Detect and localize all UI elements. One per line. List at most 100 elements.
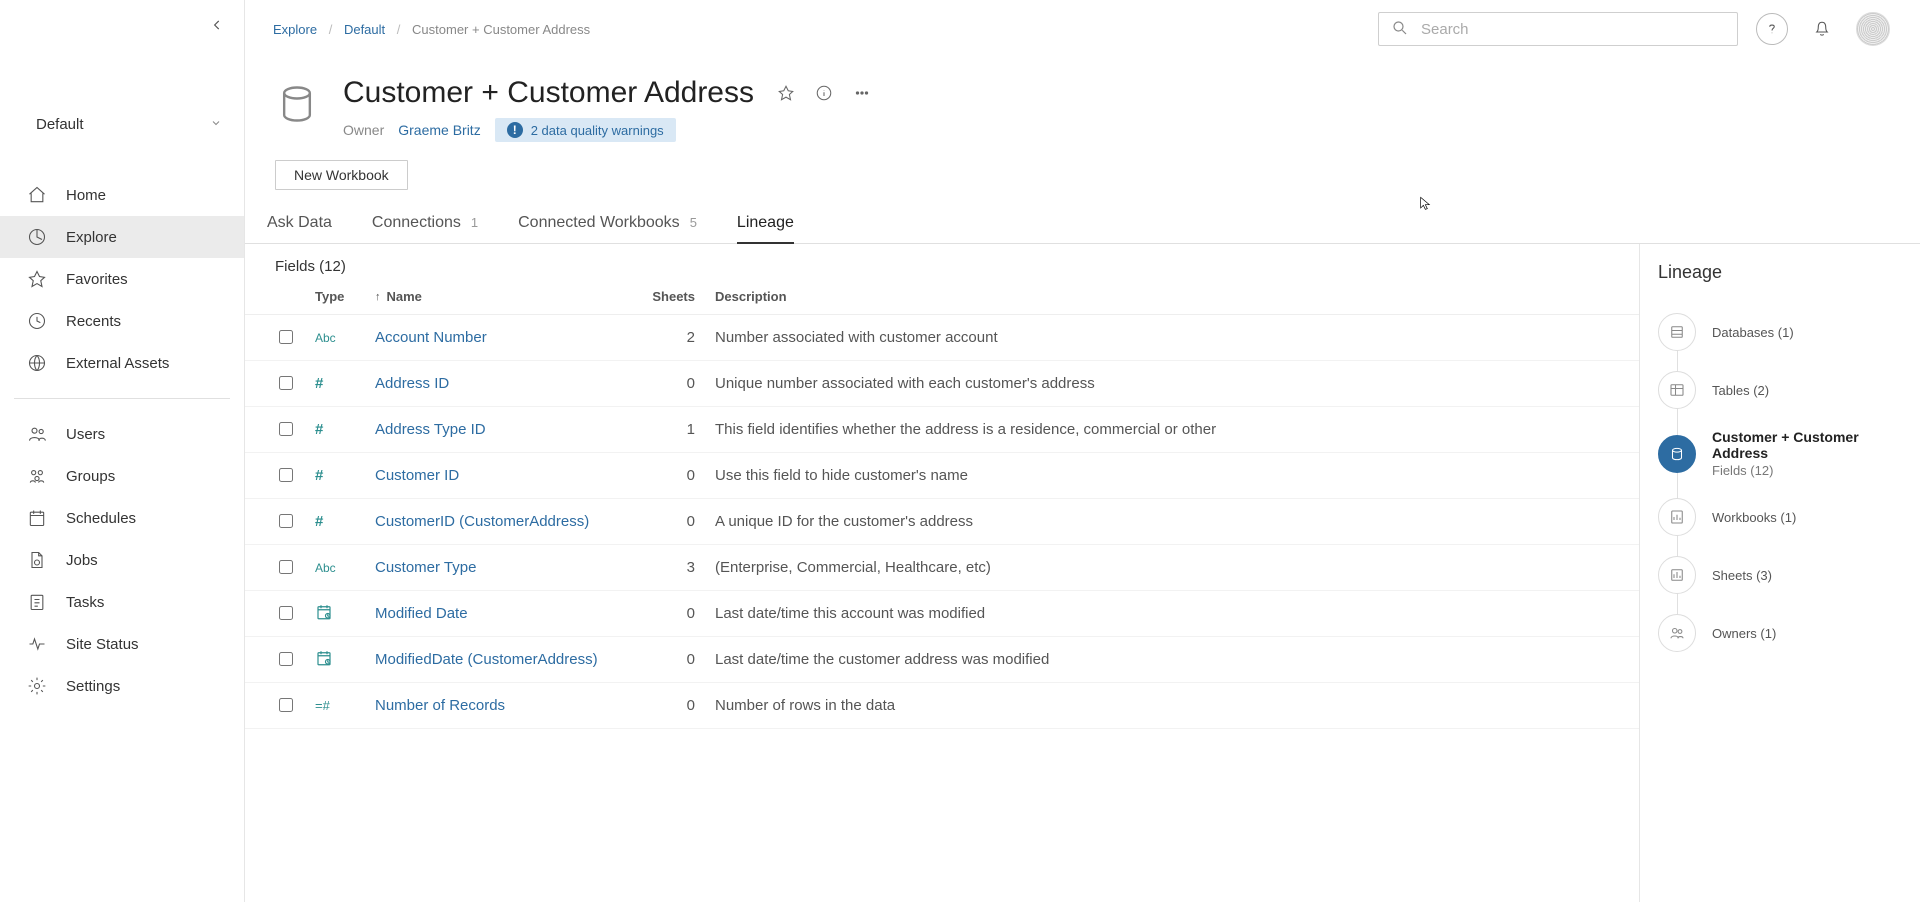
- more-actions-button[interactable]: [852, 83, 872, 103]
- row-checkbox[interactable]: [279, 606, 293, 620]
- lineage-item-icon: [1658, 313, 1696, 351]
- table-row[interactable]: #CustomerID (CustomerAddress)0A unique I…: [245, 499, 1639, 545]
- sidebar-item-groups[interactable]: Groups: [0, 455, 244, 497]
- tabs: Ask Data Connections1 Connected Workbook…: [245, 190, 1920, 244]
- field-name-link[interactable]: Customer ID: [375, 467, 635, 484]
- table-row[interactable]: #Address Type ID1This field identifies w…: [245, 407, 1639, 453]
- caret-down-icon: [210, 116, 222, 133]
- sidebar-item-home[interactable]: Home: [0, 174, 244, 216]
- lineage-item[interactable]: Owners (1): [1658, 604, 1908, 662]
- breadcrumb-project[interactable]: Default: [344, 22, 385, 37]
- row-checkbox[interactable]: [279, 330, 293, 344]
- lineage-item-icon: [1658, 435, 1696, 473]
- field-description: This field identifies whether the addres…: [715, 421, 1609, 438]
- field-name-link[interactable]: ModifiedDate (CustomerAddress): [375, 651, 635, 668]
- external-icon: [26, 353, 48, 373]
- sidebar-item-jobs[interactable]: Jobs: [0, 539, 244, 581]
- field-name-link[interactable]: Customer Type: [375, 559, 635, 576]
- table-row[interactable]: AbcCustomer Type3(Enterprise, Commercial…: [245, 545, 1639, 591]
- lineage-item[interactable]: Customer + Customer AddressFields (12): [1658, 419, 1908, 488]
- lineage-item[interactable]: Sheets (3): [1658, 546, 1908, 604]
- row-checkbox[interactable]: [279, 422, 293, 436]
- collapse-sidebar-button[interactable]: [210, 18, 224, 35]
- field-name-link[interactable]: CustomerID (CustomerAddress): [375, 513, 635, 530]
- column-header-type[interactable]: Type: [315, 289, 375, 304]
- data-quality-warning-pill[interactable]: ! 2 data quality warnings: [495, 118, 676, 142]
- lineage-item[interactable]: Tables (2): [1658, 361, 1908, 419]
- row-checkbox[interactable]: [279, 468, 293, 482]
- table-row[interactable]: #Address ID0Unique number associated wit…: [245, 361, 1639, 407]
- top-right-controls: [1378, 12, 1890, 46]
- fields-table-header: Type ↑Name Sheets Description: [245, 283, 1639, 315]
- breadcrumb: Explore / Default / Customer + Customer …: [273, 22, 590, 37]
- row-checkbox[interactable]: [279, 698, 293, 712]
- field-name-link[interactable]: Modified Date: [375, 605, 635, 622]
- search-icon: [1391, 19, 1409, 40]
- lineage-item-icon: [1658, 371, 1696, 409]
- lineage-title: Lineage: [1658, 262, 1908, 283]
- fields-table-body[interactable]: AbcAccount Number2Number associated with…: [245, 315, 1639, 902]
- row-checkbox[interactable]: [279, 560, 293, 574]
- favorite-star-button[interactable]: [776, 83, 796, 103]
- tab-ask-data[interactable]: Ask Data: [267, 214, 332, 243]
- tab-label: Connected Workbooks: [518, 214, 680, 232]
- table-row[interactable]: #Customer ID0Use this field to hide cust…: [245, 453, 1639, 499]
- owner-link[interactable]: Graeme Britz: [398, 122, 480, 138]
- column-header-sheets[interactable]: Sheets: [635, 289, 715, 304]
- lineage-item-label: Owners (1): [1712, 626, 1776, 641]
- datasource-icon: [275, 82, 323, 130]
- sidebar-item-label: Home: [66, 187, 106, 204]
- top-bar: Explore / Default / Customer + Customer …: [245, 0, 1920, 46]
- tab-lineage[interactable]: Lineage: [737, 214, 794, 244]
- table-row[interactable]: ModifiedDate (CustomerAddress)0Last date…: [245, 637, 1639, 683]
- sidebar-item-site-status[interactable]: Site Status: [0, 623, 244, 665]
- lineage-item-label: Databases (1): [1712, 325, 1794, 340]
- sidebar-item-external-assets[interactable]: External Assets: [0, 342, 244, 384]
- info-button[interactable]: [814, 83, 834, 103]
- tab-connections[interactable]: Connections1: [372, 214, 478, 243]
- field-type-icon: [315, 603, 375, 624]
- tab-count: 1: [471, 215, 478, 230]
- warning-icon: !: [507, 122, 523, 138]
- table-row[interactable]: Modified Date0Last date/time this accoun…: [245, 591, 1639, 637]
- new-workbook-button[interactable]: New Workbook: [275, 160, 408, 190]
- breadcrumb-explore[interactable]: Explore: [273, 22, 317, 37]
- sidebar-item-settings[interactable]: Settings: [0, 665, 244, 707]
- tab-label: Ask Data: [267, 214, 332, 232]
- sidebar-item-label: Site Status: [66, 636, 139, 653]
- action-bar: New Workbook: [245, 142, 1920, 190]
- search-box[interactable]: [1378, 12, 1738, 46]
- field-name-link[interactable]: Address Type ID: [375, 421, 635, 438]
- sidebar-item-tasks[interactable]: Tasks: [0, 581, 244, 623]
- field-sheets-count: 2: [635, 329, 715, 346]
- page-header: Customer + Customer Address Owner Graeme…: [245, 46, 1920, 142]
- table-row[interactable]: AbcAccount Number2Number associated with…: [245, 315, 1639, 361]
- column-header-description[interactable]: Description: [715, 289, 1609, 304]
- lineage-item[interactable]: Databases (1): [1658, 303, 1908, 361]
- field-name-link[interactable]: Account Number: [375, 329, 635, 346]
- owner-label: Owner: [343, 122, 384, 138]
- lineage-item-label: Sheets (3): [1712, 568, 1772, 583]
- sidebar-item-favorites[interactable]: Favorites: [0, 258, 244, 300]
- row-checkbox[interactable]: [279, 652, 293, 666]
- tab-connected-workbooks[interactable]: Connected Workbooks5: [518, 214, 697, 243]
- sidebar-item-recents[interactable]: Recents: [0, 300, 244, 342]
- sidebar-item-explore[interactable]: Explore: [0, 216, 244, 258]
- tab-label: Lineage: [737, 214, 794, 232]
- search-input[interactable]: [1419, 20, 1725, 39]
- table-row[interactable]: =#Number of Records0Number of rows in th…: [245, 683, 1639, 729]
- sidebar-item-users[interactable]: Users: [0, 413, 244, 455]
- column-header-name[interactable]: ↑Name: [375, 289, 635, 304]
- lineage-item[interactable]: Workbooks (1): [1658, 488, 1908, 546]
- help-button[interactable]: [1756, 13, 1788, 45]
- gear-icon: [26, 676, 48, 696]
- sidebar-item-schedules[interactable]: Schedules: [0, 497, 244, 539]
- project-selector[interactable]: Default: [0, 94, 244, 154]
- sidebar-item-label: Tasks: [66, 594, 104, 611]
- user-avatar[interactable]: [1856, 12, 1890, 46]
- notifications-button[interactable]: [1806, 13, 1838, 45]
- row-checkbox[interactable]: [279, 376, 293, 390]
- row-checkbox[interactable]: [279, 514, 293, 528]
- field-name-link[interactable]: Number of Records: [375, 697, 635, 714]
- field-name-link[interactable]: Address ID: [375, 375, 635, 392]
